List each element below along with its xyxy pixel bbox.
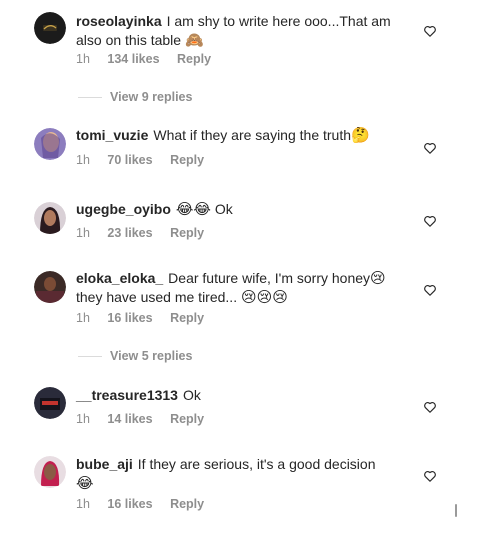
avatar-image — [34, 128, 66, 160]
reply-button[interactable]: Reply — [170, 153, 204, 167]
reply-button[interactable]: Reply — [170, 497, 204, 511]
comment-username[interactable]: eloka_eloka_ — [76, 270, 163, 286]
avatar-roseolayinka[interactable] — [34, 12, 66, 44]
reply-button[interactable]: Reply — [170, 412, 204, 426]
crying-emoji: 😢😢😢 — [240, 288, 288, 306]
comment-text: eloka_eloka_ Dear future wife, I'm sorry … — [76, 269, 406, 307]
comment-username[interactable]: roseolayinka — [76, 13, 162, 29]
comment-username[interactable]: ugegbe_oyibo — [76, 201, 171, 217]
comment-likes[interactable]: 70 likes — [107, 153, 152, 167]
avatar-image — [34, 387, 66, 419]
avatar-image — [34, 12, 66, 44]
comment-text: tomi_vuzie What if they are saying the tr… — [76, 126, 406, 145]
view-replies-label: View 5 replies — [110, 349, 193, 363]
avatar-treasure1313[interactable] — [34, 387, 66, 419]
comment-time: 1h — [76, 52, 90, 66]
comment-text: __treasure1313 Ok — [76, 386, 406, 405]
comment-username[interactable]: bube_aji — [76, 456, 133, 472]
comment-time: 1h — [76, 311, 90, 325]
comment-username[interactable]: __treasure1313 — [76, 387, 178, 403]
comment-time: 1h — [76, 226, 90, 240]
avatar-image — [34, 456, 66, 488]
reply-button[interactable]: Reply — [177, 52, 211, 66]
comment-message-continued: they have used me tired... — [76, 289, 238, 305]
comment-text: ugegbe_oyibo 😂😂 Ok — [76, 200, 406, 219]
heart-icon[interactable] — [423, 469, 437, 483]
comment-likes[interactable]: 14 likes — [107, 412, 152, 426]
view-replies-button[interactable]: View 9 replies — [78, 90, 192, 104]
avatar-eloka-eloka[interactable] — [34, 271, 66, 303]
comment-meta: 1h 16 likes Reply — [76, 497, 218, 511]
comment-meta: 1h 70 likes Reply — [76, 153, 218, 167]
comment-likes[interactable]: 134 likes — [107, 52, 159, 66]
heart-icon[interactable] — [423, 141, 437, 155]
heart-icon[interactable] — [423, 214, 437, 228]
comment-message: Ok — [182, 387, 201, 403]
comment-message: Ok — [214, 201, 233, 217]
reply-button[interactable]: Reply — [170, 311, 204, 325]
comment-username[interactable]: tomi_vuzie — [76, 127, 148, 143]
comment-time: 1h — [76, 153, 90, 167]
comments-list: roseolayinka I am shy to write here ooo..… — [0, 0, 477, 541]
view-replies-button[interactable]: View 5 replies — [78, 349, 192, 363]
reply-button[interactable]: Reply — [170, 226, 204, 240]
see-no-evil-emoji: 🙈 — [184, 31, 204, 49]
comment-likes[interactable]: 16 likes — [107, 311, 152, 325]
avatar-image — [34, 202, 66, 234]
scrollbar-thumb[interactable] — [455, 504, 457, 517]
comment-meta: 1h 16 likes Reply — [76, 311, 218, 325]
comment-likes[interactable]: 23 likes — [107, 226, 152, 240]
heart-icon[interactable] — [423, 400, 437, 414]
comment-meta: 1h 23 likes Reply — [76, 226, 218, 240]
comment-meta: 1h 14 likes Reply — [76, 412, 218, 426]
laughing-emoji: 😂😂 — [175, 200, 211, 218]
replies-divider — [78, 97, 102, 99]
comment-time: 1h — [76, 497, 90, 511]
comment-message: If they are serious, it's a good decisio… — [137, 456, 376, 472]
comment-text: bube_aji If they are serious, it's a good… — [76, 455, 406, 493]
thinking-emoji: 🤔 — [351, 126, 370, 144]
avatar-image — [34, 271, 66, 303]
crying-emoji: 😢 — [370, 269, 386, 287]
heart-icon[interactable] — [423, 24, 437, 38]
laughing-emoji: 😂 — [76, 474, 94, 492]
avatar-ugegbe-oyibo[interactable] — [34, 202, 66, 234]
comment-text: roseolayinka I am shy to write here ooo..… — [76, 12, 406, 50]
comment-likes[interactable]: 16 likes — [107, 497, 152, 511]
replies-divider — [78, 356, 102, 358]
comment-message: Dear future wife, I'm sorry honey — [168, 270, 371, 286]
comment-time: 1h — [76, 412, 90, 426]
view-replies-label: View 9 replies — [110, 90, 193, 104]
avatar-bube-aji[interactable] — [34, 456, 66, 488]
heart-icon[interactable] — [423, 283, 437, 297]
comment-message: What if they are saying the truth — [153, 127, 352, 143]
comment-meta: 1h 134 likes Reply — [76, 52, 225, 66]
avatar-tomi-vuzie[interactable] — [34, 128, 66, 160]
